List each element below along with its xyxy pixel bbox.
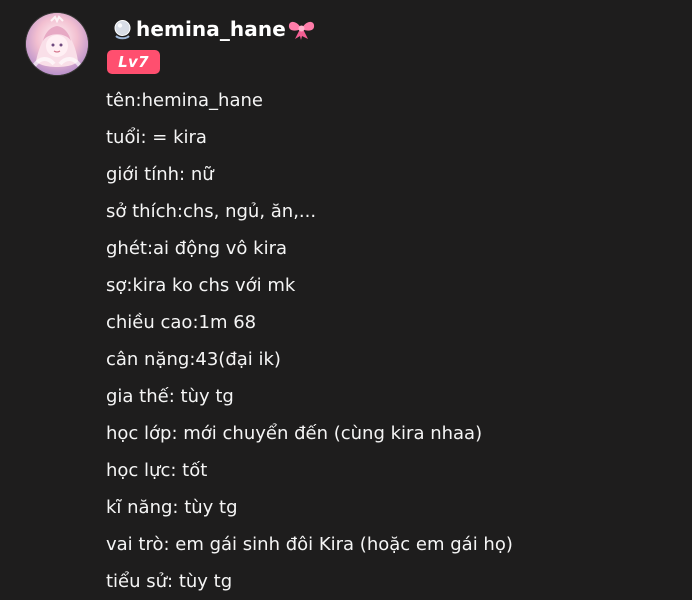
bio-line-weight: cân nặng:43(đại ik) <box>106 349 281 370</box>
bio-line-dislikes: ghét:ai động vô kira <box>106 238 288 259</box>
bio-line-fears: sợ:kira ko chs với mk <box>106 275 296 296</box>
bio-line-name: tên:hemina_hane <box>106 90 263 111</box>
bio-line-age: tuổi: = kira <box>106 127 207 148</box>
bio-list: tên:hemina_hane tuổi: = kira giới tính: … <box>106 88 686 600</box>
level-badge: Lv7 <box>107 50 160 74</box>
bio-line-family-status: gia thế: tùy tg <box>106 386 234 407</box>
bio-line-academic: học lực: tốt <box>106 460 208 481</box>
bio-line-backstory: tiểu sử: tùy tg <box>106 571 233 592</box>
bio-line-hobbies: sở thích:chs, ngủ, ăn,... <box>106 201 317 222</box>
username[interactable]: hemina_hane <box>136 17 286 41</box>
bio-line-gender: giới tính: nữ <box>106 164 214 185</box>
bio-line-skills: kĩ năng: tùy tg <box>106 497 238 518</box>
bio-line-height: chiều cao:1m 68 <box>106 312 257 333</box>
pink-ribbon-icon <box>287 17 316 41</box>
silver-orb-icon <box>112 19 133 40</box>
avatar[interactable] <box>26 13 88 75</box>
bio-line-class: học lớp: mới chuyển đến (cùng kira nhaa) <box>106 423 483 444</box>
bio-line-role: vai trò: em gái sinh đôi Kira (hoặc em g… <box>106 534 513 555</box>
profile-header: hemina_hane <box>112 16 316 42</box>
